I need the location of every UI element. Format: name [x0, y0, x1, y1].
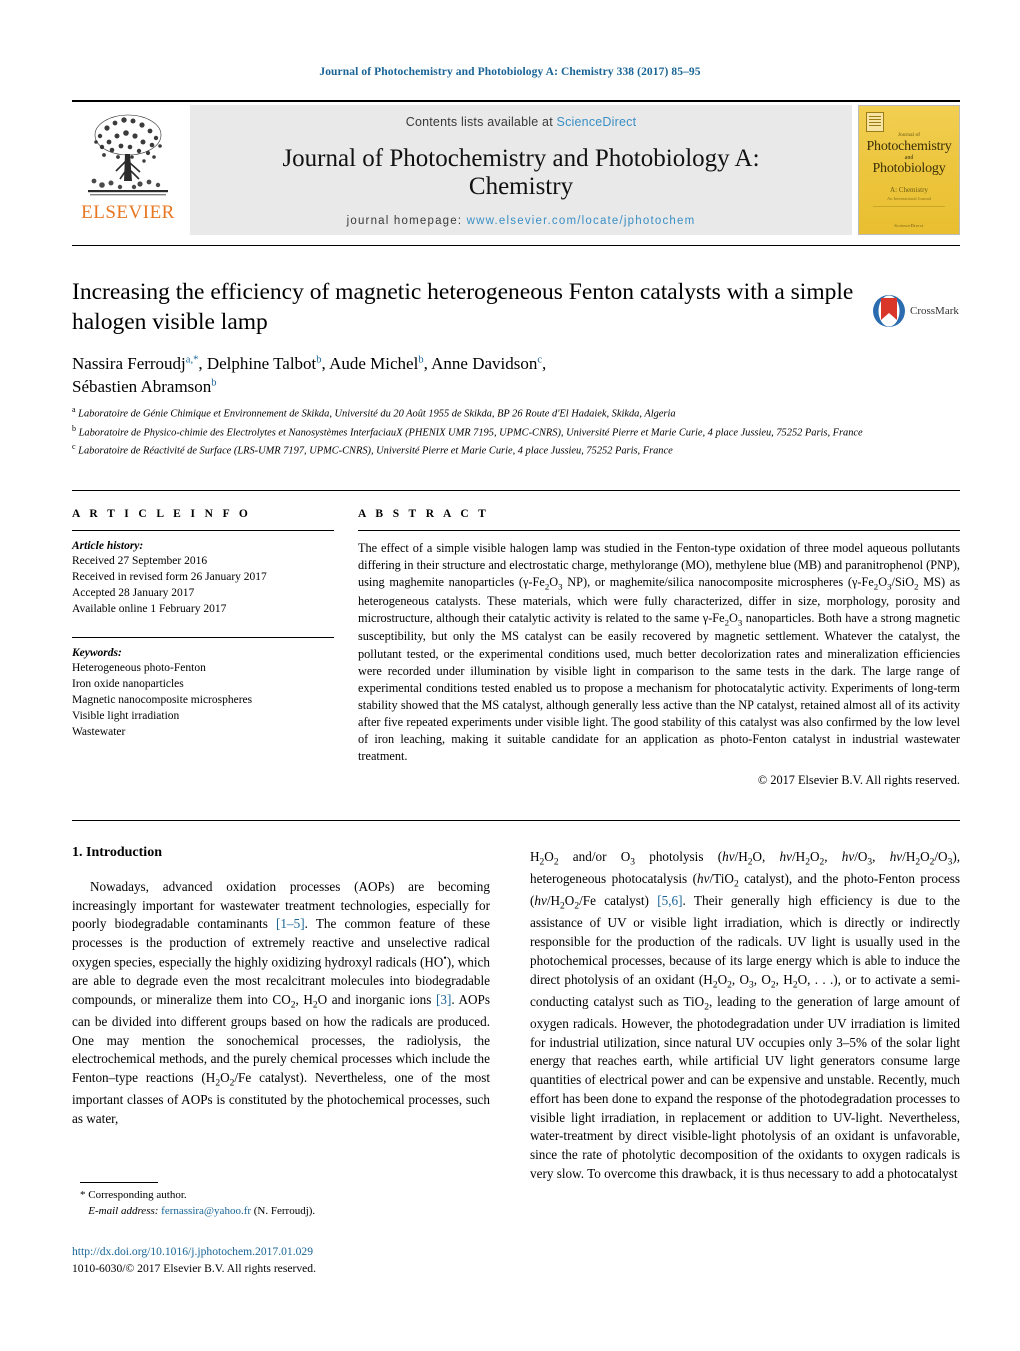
info-abstract-divider [72, 490, 960, 491]
body-column-left: Nowadays, advanced oxidation processes (… [72, 878, 490, 1129]
keyword-item: Magnetic nanocomposite microspheres [72, 694, 253, 707]
elsevier-wordmark: ELSEVIER [81, 202, 175, 223]
keywords-label: Keywords: [72, 647, 122, 660]
affiliation-0: a Laboratoire de Génie Chimique et Envir… [72, 405, 676, 420]
contents-available-line: Contents lists available at ScienceDirec… [198, 115, 844, 129]
author-2-marks: b [418, 354, 424, 366]
affiliation-1: b Laboratoire de Physico-chimie des Elec… [72, 423, 863, 439]
cover-sub-top: Journal of [897, 132, 921, 138]
author-0: Nassira Ferroudja,*, [72, 354, 207, 374]
cover-title-line3: Photobiology [872, 161, 946, 176]
running-header: Journal of Photochemistry and Photobiolo… [319, 66, 701, 78]
article-history-item: Accepted 28 January 2017 [72, 586, 195, 599]
journal-title: Journal of Photochemistry and Photobiolo… [198, 145, 844, 201]
author-3-marks: c [537, 354, 543, 366]
footnote-block: * Corresponding author. E-mail address: … [80, 1188, 490, 1220]
paper-page: Journal of Photochemistry and Photobiolo… [0, 0, 1020, 1351]
journal-title-line1: Journal of Photochemistry and Photobiolo… [282, 145, 760, 172]
doi-link[interactable]: http://dx.doi.org/10.1016/j.jphotochem.2… [72, 1243, 502, 1260]
abstract-copyright: © 2017 Elsevier B.V. All rights reserved… [757, 772, 960, 787]
citation-link[interactable]: [3] [436, 992, 451, 1007]
journal-title-line2: Chemistry [468, 173, 574, 200]
body-paragraph: Nowadays, advanced oxidation processes (… [72, 879, 490, 1126]
title-block: Increasing the efficiency of magnetic he… [72, 278, 862, 399]
journal-band: Contents lists available at ScienceDirec… [190, 105, 852, 235]
article-history-item: Received 27 September 2016 [72, 555, 208, 567]
email-link[interactable]: fernassira@yahoo.fr [161, 1205, 251, 1217]
keyword-item: Iron oxide nanoparticles [72, 678, 184, 691]
keywords-rule [72, 637, 334, 639]
cover-title: Photochemistry and Photobiology [859, 139, 959, 177]
keyword-item: Heterogeneous photo-Fenton [72, 662, 206, 675]
elsevier-logo: ELSEVIER [72, 105, 184, 235]
footnote-divider [80, 1182, 158, 1183]
body-column-right: H2O2 and/or O3 photolysis (hv/H2O, hv/H2… [530, 848, 960, 1183]
abstract-rule [358, 530, 960, 531]
author-4: Sébastien Abramsonb [72, 377, 217, 397]
abstract-body: The effect of a simple visible halogen l… [358, 541, 961, 763]
email-owner: (N. Ferroudj). [253, 1204, 316, 1217]
keyword-item: Visible light irradiation [72, 710, 180, 723]
page-title: Increasing the efficiency of magnetic he… [72, 279, 854, 335]
email-label: E-mail address: [88, 1204, 159, 1217]
cover-divider [873, 206, 945, 207]
article-info-heading: A R T I C L E I N F O [72, 508, 252, 520]
citation-link[interactable]: [1–5] [276, 916, 305, 931]
cover-publisher-badge-icon [866, 112, 884, 132]
elsevier-tree-icon [88, 114, 168, 196]
affiliation-list: a Laboratoire de Génie Chimique et Envir… [72, 404, 960, 460]
footer-block: http://dx.doi.org/10.1016/j.jphotochem.2… [72, 1243, 502, 1278]
journal-masthead: ELSEVIER Contents lists available at Sci… [72, 100, 960, 235]
issn-copyright: 1010-6030/© 2017 Elsevier B.V. All right… [72, 1262, 316, 1276]
cover-footer-label: ScienceDirect [894, 223, 924, 228]
title-divider [72, 245, 960, 246]
keywords-block: Keywords: Heterogeneous photo-Fenton Iro… [72, 637, 334, 740]
email-line: E-mail address: fernassira@yahoo.fr (N. … [80, 1204, 490, 1220]
body-divider [72, 820, 960, 821]
author-4-marks: b [211, 377, 217, 389]
journal-homepage-link[interactable]: www.elsevier.com/locate/jphotochem [467, 215, 696, 227]
contents-prefix: Contents lists available at [405, 115, 557, 129]
article-info-column: A R T I C L E I N F O Article history: R… [72, 508, 334, 741]
article-history-item: Available online 1 February 2017 [72, 602, 227, 615]
keyword-item: Wastewater [72, 725, 126, 738]
section-heading-introduction: 1. Introduction [72, 845, 162, 860]
abstract-heading: A B S T R A C T [358, 508, 490, 520]
corresponding-author-note: * Corresponding author. [80, 1189, 187, 1201]
article-history-item: Received in revised form 26 January 2017 [72, 570, 267, 583]
homepage-prefix: journal homepage: [346, 215, 467, 227]
author-list: Nassira Ferroudja,*, Delphine Talbotb, A… [72, 353, 862, 399]
cover-issn-label: An International Journal [887, 196, 931, 201]
citation-link[interactable]: [5,6] [657, 893, 682, 908]
abstract-column: A B S T R A C T The effect of a simple v… [358, 508, 960, 788]
crossmark-icon[interactable] [872, 294, 906, 328]
crossmark-badge[interactable]: CrossMark [872, 285, 962, 337]
journal-homepage-line: journal homepage: www.elsevier.com/locat… [198, 215, 844, 227]
sciencedirect-link[interactable]: ScienceDirect [557, 115, 637, 129]
crossmark-label: CrossMark [910, 305, 959, 317]
author-1-marks: b [316, 354, 322, 366]
author-2: Aude Michelb, [329, 354, 432, 374]
article-history-label: Article history: [72, 540, 144, 552]
article-info-rule [72, 530, 334, 531]
cover-series-label: A: Chemistry [890, 186, 928, 194]
author-0-marks: a,* [185, 354, 199, 366]
journal-cover-thumbnail: Journal of Photochemistry and Photobiolo… [858, 105, 960, 235]
body-paragraph: H2O2 and/or O3 photolysis (hv/H2O, hv/H2… [530, 849, 961, 1181]
author-1: Delphine Talbotb, [206, 354, 330, 374]
affiliation-2: c Laboratoire de Réactivité de Surface (… [72, 442, 673, 457]
author-3: Anne Davidsonc, [431, 354, 547, 374]
cover-title-line1: Photochemistry [866, 139, 952, 154]
